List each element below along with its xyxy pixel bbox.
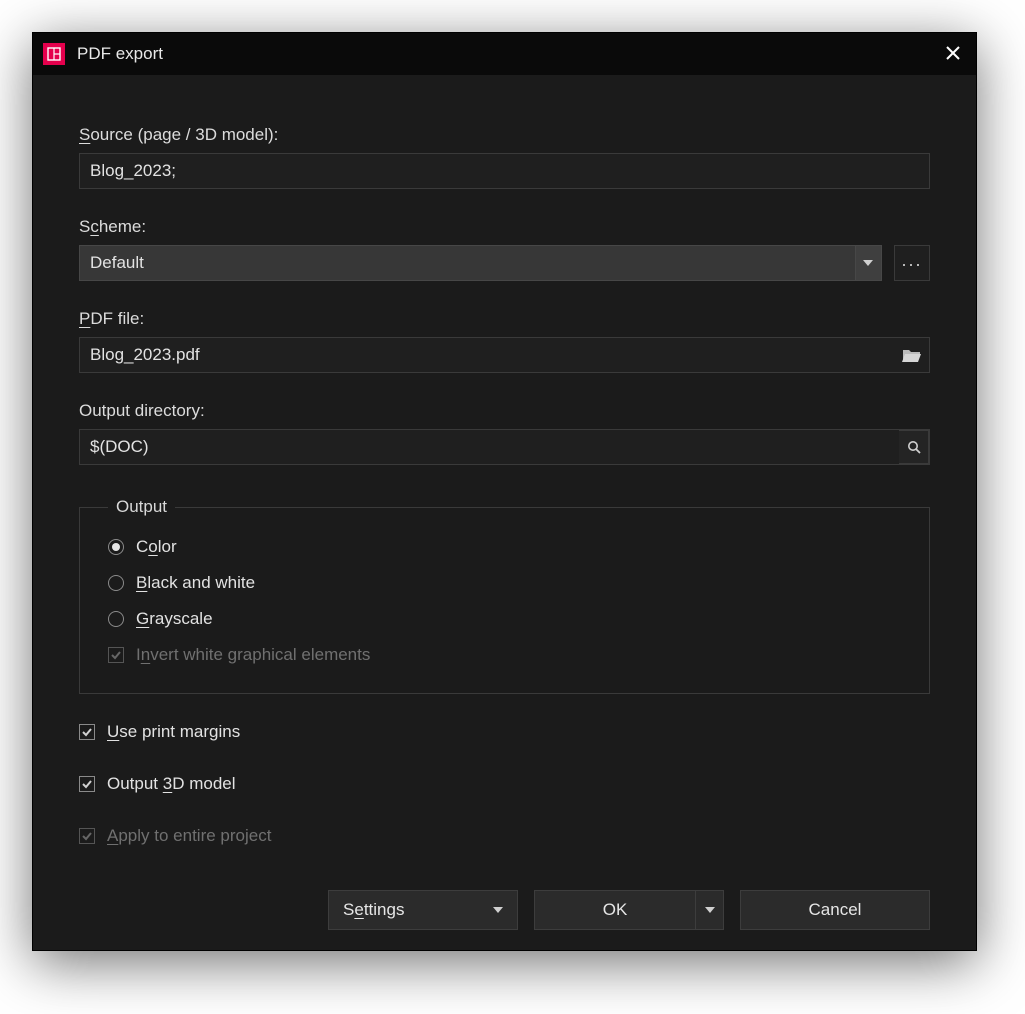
check-invert-label: Invert white graphical elements: [136, 645, 370, 665]
scheme-field: Scheme: Default ...: [79, 217, 930, 281]
close-icon: [946, 46, 960, 60]
pdf-export-dialog: PDF export Source (page / 3D model): Blo…: [32, 32, 977, 951]
radio-grayscale[interactable]: Grayscale: [108, 609, 901, 629]
output-group: Output Color Black and white Grayscale I…: [79, 497, 930, 694]
chevron-down-icon: [855, 246, 881, 280]
source-field: Source (page / 3D model): Blog_2023;: [79, 125, 930, 189]
check-invert: Invert white graphical elements: [108, 645, 901, 665]
radio-icon: [108, 611, 124, 627]
folder-open-icon[interactable]: [895, 347, 929, 363]
dialog-title: PDF export: [77, 44, 163, 64]
source-value: Blog_2023;: [90, 161, 176, 181]
radio-icon: [108, 539, 124, 555]
check-output-3d-label: Output 3D model: [107, 774, 236, 794]
scheme-browse-button[interactable]: ...: [894, 245, 930, 281]
ok-button[interactable]: OK: [534, 890, 724, 930]
close-button[interactable]: [940, 42, 966, 67]
output-dir-field: Output directory: $(DOC): [79, 401, 930, 465]
check-apply-project: Apply to entire project: [79, 826, 930, 846]
radio-grayscale-label: Grayscale: [136, 609, 213, 629]
radio-icon: [108, 575, 124, 591]
output-dir-label: Output directory:: [79, 401, 930, 421]
radio-bw[interactable]: Black and white: [108, 573, 901, 593]
checkbox-icon: [79, 776, 95, 792]
checkbox-icon: [79, 828, 95, 844]
cancel-label: Cancel: [809, 900, 862, 920]
pdf-file-label: PDF file:: [79, 309, 930, 329]
output-dir-input[interactable]: $(DOC): [79, 429, 930, 465]
checkbox-icon: [79, 724, 95, 740]
titlebar: PDF export: [33, 33, 976, 75]
pdf-file-input[interactable]: Blog_2023.pdf: [79, 337, 930, 373]
source-input[interactable]: Blog_2023;: [79, 153, 930, 189]
source-label: Source (page / 3D model):: [79, 125, 930, 145]
settings-button[interactable]: Settings: [328, 890, 518, 930]
checkbox-icon: [108, 647, 124, 663]
check-apply-project-label: Apply to entire project: [107, 826, 271, 846]
radio-color-label: Color: [136, 537, 177, 557]
ok-label: OK: [535, 891, 695, 929]
scheme-value: Default: [90, 253, 144, 273]
search-icon[interactable]: [899, 430, 929, 464]
scheme-select[interactable]: Default: [79, 245, 882, 281]
pdf-file-field: PDF file: Blog_2023.pdf: [79, 309, 930, 373]
check-output-3d[interactable]: Output 3D model: [79, 774, 930, 794]
check-print-margins-label: Use print margins: [107, 722, 240, 742]
chevron-down-icon: [493, 907, 503, 913]
cancel-button[interactable]: Cancel: [740, 890, 930, 930]
settings-label: Settings: [343, 900, 404, 920]
radio-color[interactable]: Color: [108, 537, 901, 557]
chevron-down-icon: [705, 907, 715, 913]
app-icon: [43, 43, 65, 65]
output-dir-value: $(DOC): [90, 437, 149, 457]
output-legend: Output: [108, 497, 175, 517]
scheme-label: Scheme:: [79, 217, 930, 237]
ok-dropdown[interactable]: [695, 891, 723, 929]
dialog-buttons: Settings OK Cancel: [79, 864, 930, 930]
pdf-file-value: Blog_2023.pdf: [90, 345, 200, 365]
check-print-margins[interactable]: Use print margins: [79, 722, 930, 742]
radio-bw-label: Black and white: [136, 573, 255, 593]
